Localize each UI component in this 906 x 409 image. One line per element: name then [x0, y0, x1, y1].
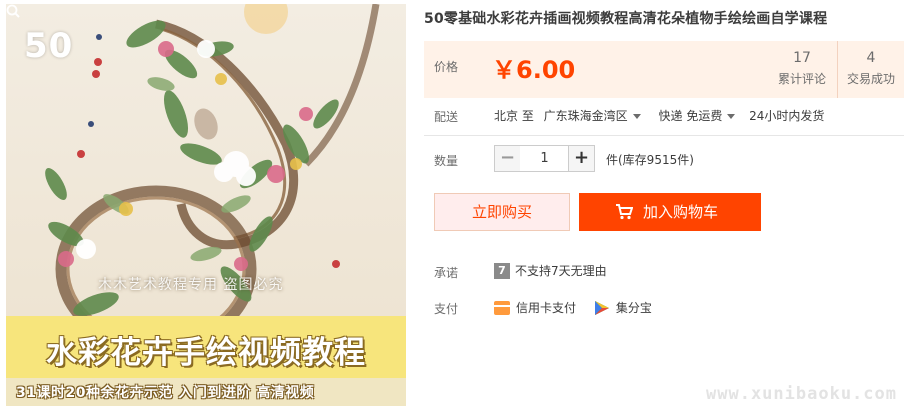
review-count-stat[interactable]: 17 累计评论 — [768, 41, 836, 98]
cart-icon — [616, 204, 633, 220]
buy-now-button[interactable]: 立即购买 — [434, 193, 570, 231]
shipping-method: 快递 免运费 — [658, 109, 723, 123]
product-image[interactable]: 50 木木艺术教程专用 盗图必究 水彩花卉手绘视频教程 31课时20种余花卉示范… — [6, 4, 406, 406]
shipping-destination-select[interactable]: 广东珠海金湾区 — [544, 107, 641, 124]
dispatch-time: 24小时内发货 — [749, 109, 825, 123]
image-watermark: 木木艺术教程专用 盗图必究 — [98, 277, 284, 293]
payment-label: 支付 — [434, 302, 459, 316]
promise-row: 7 不支持7天无理由 — [494, 262, 607, 279]
shipping-method-select[interactable]: 快递 免运费 — [659, 107, 736, 124]
site-watermark: www.xunibaoku.com — [706, 384, 897, 404]
quantity-increase-button[interactable]: + — [568, 145, 595, 172]
price-value: ￥6.00 — [492, 56, 576, 84]
chevron-down-icon — [727, 114, 736, 119]
price-panel: 价格 ￥6.00 17 累计评论 4 交易成功 — [424, 41, 904, 98]
jifenbao-payment: 集分宝 — [615, 301, 652, 315]
review-count: 17 — [793, 50, 811, 66]
quantity-input[interactable]: 1 — [520, 145, 569, 172]
image-subline-text: 31课时20种余花卉示范 入门到进阶 高清视频 — [16, 385, 315, 401]
payment-row: 信用卡支付 集分宝 — [494, 299, 652, 316]
no-7day-return-icon: 7 — [494, 262, 510, 279]
quantity-decrease-button[interactable]: − — [494, 145, 521, 172]
add-to-cart-button[interactable]: 加入购物车 — [579, 193, 761, 231]
review-count-label: 累计评论 — [777, 72, 826, 86]
zoom-icon[interactable] — [6, 4, 20, 18]
transactions-label: 交易成功 — [846, 72, 895, 86]
product-title: 50零基础水彩花卉插画视频教程高清花朵植物手绘绘画自学课程 — [424, 11, 828, 27]
shipping-destination: 广东珠海金湾区 — [543, 109, 628, 123]
promise-label: 承诺 — [434, 266, 459, 280]
credit-card-icon — [494, 300, 510, 315]
shipping-row: 北京 至 广东珠海金湾区 快递 免运费 24小时内发货 — [494, 107, 824, 124]
transactions-stat: 4 交易成功 — [837, 41, 904, 98]
add-to-cart-label: 加入购物车 — [643, 203, 719, 221]
credit-card-payment: 信用卡支付 — [516, 301, 577, 315]
badge-number: 50 — [24, 26, 74, 66]
stock-info: 件(库存9515件) — [606, 153, 694, 167]
shipping-from: 北京 至 — [494, 109, 534, 123]
price-label: 价格 — [434, 60, 459, 74]
chevron-down-icon — [632, 114, 641, 119]
quantity-label: 数量 — [434, 154, 459, 168]
transactions-count: 4 — [866, 50, 876, 66]
image-banner-title: 水彩花卉手绘视频教程 — [46, 335, 366, 371]
jifenbao-icon — [594, 300, 609, 315]
shipping-label: 配送 — [434, 110, 459, 124]
promise-text: 不支持7天无理由 — [515, 264, 607, 278]
divider — [424, 135, 904, 136]
